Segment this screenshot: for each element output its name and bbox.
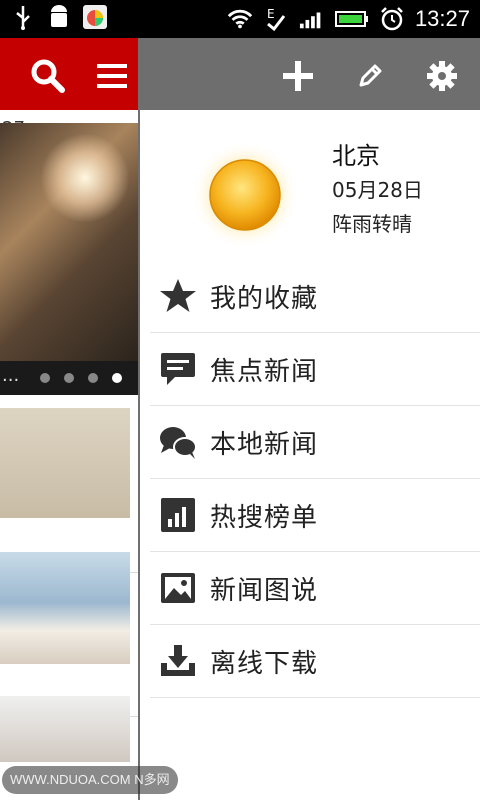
clock-time: 13:27 — [414, 6, 470, 31]
menu-item-label: 热搜榜单 — [210, 502, 319, 533]
menu-item-top-news[interactable]: 焦点新闻 — [150, 333, 480, 406]
menu-item-label: 焦点新闻 — [210, 356, 319, 387]
menu-item-trending[interactable]: 热搜榜单 — [150, 479, 480, 552]
pencil-icon — [359, 64, 382, 87]
data-e-icon: E — [263, 6, 289, 32]
bar-chart-icon — [154, 491, 202, 539]
pager-dot[interactable] — [88, 373, 98, 383]
search-button[interactable] — [28, 56, 68, 96]
notification-icons — [10, 4, 108, 30]
news-thumbnail[interactable] — [0, 696, 130, 762]
usb-icon — [10, 4, 36, 30]
image-icon — [154, 564, 202, 612]
drawer-header — [140, 38, 480, 110]
menu-button[interactable] — [92, 56, 132, 96]
weather-city: 北京 — [332, 142, 380, 170]
menu-item-local-news[interactable]: 本地新闻 — [150, 406, 480, 479]
weather-widget[interactable]: 北京 05月28日 阵雨转晴 — [140, 110, 480, 270]
news-thumbnail[interactable] — [0, 408, 130, 518]
svg-text:E: E — [267, 7, 275, 21]
menu-icon — [97, 64, 127, 88]
system-icons: E 13:27 — [227, 0, 470, 38]
pager-dot-active[interactable] — [112, 373, 122, 383]
plus-icon — [283, 61, 313, 91]
weather-date: 05月28日 — [332, 178, 423, 202]
pager-dot[interactable] — [40, 373, 50, 383]
menu-item-label: 新闻图说 — [210, 575, 319, 606]
pager-dot[interactable] — [64, 373, 74, 383]
gear-icon — [427, 61, 457, 91]
weather-condition: 阵雨转晴 — [332, 212, 412, 236]
settings-button[interactable] — [422, 56, 462, 96]
menu-item-favorites[interactable]: 我的收藏 — [150, 260, 480, 333]
menu-item-label: 离线下载 — [210, 648, 319, 679]
star-icon — [154, 272, 202, 320]
feed-header — [0, 38, 138, 110]
watermark: WWW.NDUOA.COM N多网 — [2, 766, 178, 794]
hero-pager: ... — [0, 361, 138, 395]
android-debug-icon — [46, 4, 72, 30]
alarm-icon — [379, 6, 405, 32]
signal-icon — [299, 6, 325, 32]
app-icon — [82, 4, 108, 30]
edit-button[interactable] — [350, 56, 390, 96]
wifi-icon — [227, 6, 253, 32]
hero-news-image[interactable] — [0, 123, 138, 361]
speech-bubble-icon — [154, 345, 202, 393]
sunny-weather-icon — [191, 141, 299, 249]
add-button[interactable] — [278, 56, 318, 96]
menu-item-label: 本地新闻 — [210, 429, 319, 460]
search-icon — [31, 59, 65, 93]
side-drawer: 北京 05月28日 阵雨转晴 我的收藏 焦点新闻 本地新闻 热搜榜单 新闻图说 … — [138, 38, 480, 800]
news-thumbnail[interactable] — [0, 552, 130, 664]
menu-item-offline-download[interactable]: 离线下载 — [150, 625, 480, 698]
battery-icon — [334, 6, 369, 32]
drawer-menu: 我的收藏 焦点新闻 本地新闻 热搜榜单 新闻图说 离线下载 — [150, 260, 480, 698]
download-tray-icon — [154, 637, 202, 685]
chat-bubbles-icon — [154, 418, 202, 466]
menu-item-label: 我的收藏 — [210, 283, 319, 314]
menu-item-photo-news[interactable]: 新闻图说 — [150, 552, 480, 625]
hero-caption: ... — [2, 365, 20, 386]
status-bar: E 13:27 — [0, 0, 480, 38]
